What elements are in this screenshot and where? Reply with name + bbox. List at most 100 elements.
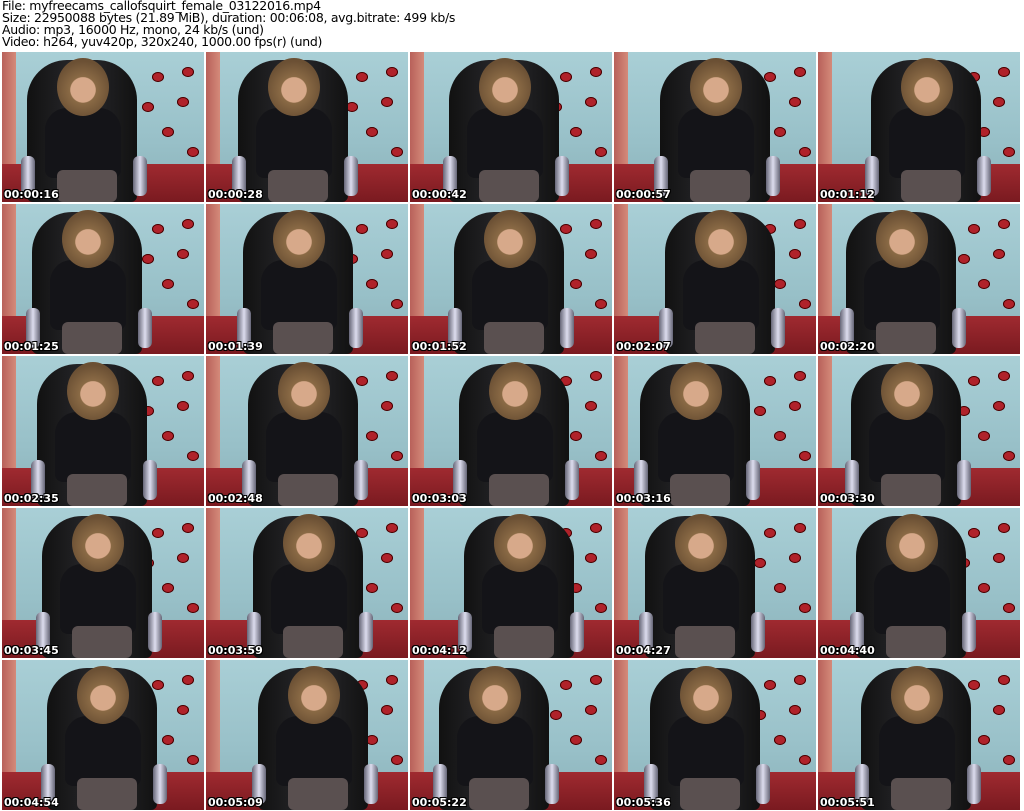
ladybug-decal — [560, 72, 572, 82]
ladybug-decal — [381, 705, 393, 715]
person-head — [695, 210, 747, 268]
ladybug-decal — [386, 675, 398, 685]
ladybug-decal — [177, 553, 189, 563]
person-head — [273, 210, 325, 268]
ladybug-decal — [754, 558, 766, 568]
ladybug-decal — [789, 705, 801, 715]
ladybug-decal — [993, 249, 1005, 259]
person-head — [881, 362, 933, 420]
ladybug-decal — [998, 371, 1010, 381]
person-legs — [288, 778, 348, 810]
person-head — [886, 514, 938, 572]
ladybug-decal — [152, 72, 164, 82]
person-body — [276, 716, 352, 786]
ladybug-decal — [590, 675, 602, 685]
ladybug-decal — [978, 431, 990, 441]
ladybug-decal — [570, 431, 582, 441]
timestamp: 00:04:40 — [820, 644, 875, 657]
video-frame-thumbnail: 00:05:09 — [206, 660, 408, 810]
ladybug-decal — [958, 254, 970, 264]
person-head — [278, 362, 330, 420]
ladybug-decal — [1003, 451, 1015, 461]
chair-arm — [751, 612, 765, 652]
person-legs — [67, 474, 127, 506]
ladybug-decal — [595, 755, 607, 765]
ladybug-decal — [794, 523, 806, 533]
ladybug-decal — [968, 680, 980, 690]
person-body — [261, 260, 337, 330]
ladybug-decal — [391, 603, 403, 613]
timestamp: 00:04:54 — [4, 796, 59, 809]
ladybug-decal — [794, 371, 806, 381]
person-head — [891, 666, 943, 724]
ladybug-decal — [794, 219, 806, 229]
person-head — [288, 666, 340, 724]
ladybug-decal — [968, 224, 980, 234]
timestamp: 00:00:28 — [208, 188, 263, 201]
ladybug-decal — [764, 376, 776, 386]
person-head — [690, 58, 742, 116]
ladybug-decal — [162, 735, 174, 745]
timestamp: 00:00:42 — [412, 188, 467, 201]
timestamp: 00:02:07 — [616, 340, 671, 353]
ladybug-decal — [356, 72, 368, 82]
video-frame-thumbnail: 00:04:40 — [818, 508, 1020, 658]
person-legs — [876, 322, 936, 354]
ladybug-decal — [386, 371, 398, 381]
ladybug-decal — [998, 523, 1010, 533]
ladybug-decal — [182, 219, 194, 229]
ladybug-decal — [585, 705, 597, 715]
ladybug-decal — [177, 97, 189, 107]
ladybug-decal — [595, 603, 607, 613]
video-frame-thumbnail: 00:05:22 — [410, 660, 612, 810]
chair-arm — [967, 764, 981, 804]
ladybug-decal — [356, 224, 368, 234]
ladybug-decal — [366, 127, 378, 137]
ladybug-decal — [799, 451, 811, 461]
timestamp: 00:05:36 — [616, 796, 671, 809]
ladybug-decal — [386, 67, 398, 77]
ladybug-decal — [794, 675, 806, 685]
chair-arm — [560, 308, 574, 348]
timestamp: 00:02:20 — [820, 340, 875, 353]
ladybug-decal — [142, 254, 154, 264]
person-body — [683, 260, 759, 330]
ladybug-decal — [799, 299, 811, 309]
video-frame-thumbnail: 00:03:59 — [206, 508, 408, 658]
ladybug-decal — [152, 528, 164, 538]
chair-arm — [354, 460, 368, 500]
ladybug-decal — [789, 97, 801, 107]
person-body — [467, 108, 543, 178]
video-frame-thumbnail: 00:04:12 — [410, 508, 612, 658]
person-body — [266, 412, 342, 482]
ladybug-decal — [182, 371, 194, 381]
timestamp: 00:05:51 — [820, 796, 875, 809]
ladybug-decal — [585, 401, 597, 411]
person-head — [489, 362, 541, 420]
ladybug-decal — [187, 451, 199, 461]
ladybug-decal — [590, 219, 602, 229]
ladybug-decal — [1003, 299, 1015, 309]
video-frame-thumbnail: 00:01:12 — [818, 52, 1020, 202]
timestamp: 00:03:59 — [208, 644, 263, 657]
person-body — [55, 412, 131, 482]
ladybug-decal — [142, 102, 154, 112]
ladybug-decal — [799, 755, 811, 765]
chair-arm — [359, 612, 373, 652]
person-head — [67, 362, 119, 420]
person-body — [869, 412, 945, 482]
ladybug-decal — [560, 224, 572, 234]
timestamp: 00:03:16 — [616, 492, 671, 505]
timestamp: 00:04:27 — [616, 644, 671, 657]
person-legs — [690, 170, 750, 202]
person-head — [62, 210, 114, 268]
person-legs — [901, 170, 961, 202]
video-frame-thumbnail: 00:02:07 — [614, 204, 816, 354]
ladybug-decal — [391, 147, 403, 157]
ladybug-decal — [162, 279, 174, 289]
ladybug-decal — [177, 705, 189, 715]
ladybug-decal — [774, 127, 786, 137]
person-legs — [680, 778, 740, 810]
timestamp: 00:03:45 — [4, 644, 59, 657]
ladybug-decal — [182, 675, 194, 685]
